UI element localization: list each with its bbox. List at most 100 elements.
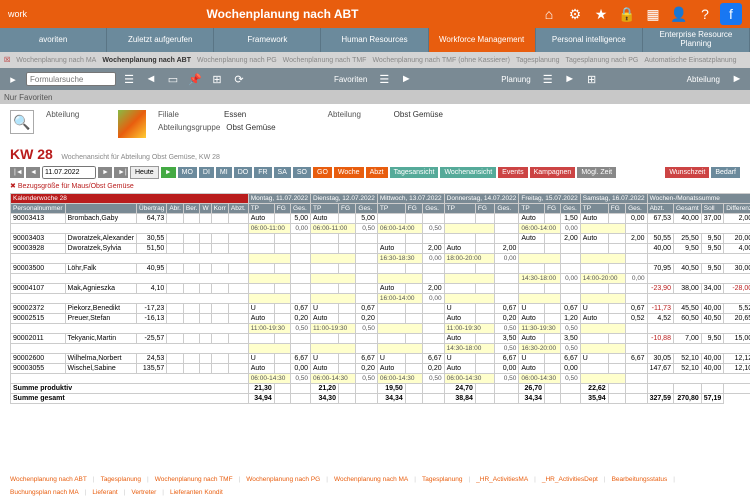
day-MO[interactable]: MO [178,167,197,178]
kamp-button[interactable]: Kampagnen [530,167,576,178]
events-button[interactable]: Events [498,167,527,178]
daycol-header: FG [475,204,495,214]
footer-link-5[interactable]: Tagesplanung [422,476,462,483]
table-row[interactable]: 90003403Dworatzek,Alexander30,55Auto2,00… [11,234,750,244]
day-MI[interactable]: MI [216,167,232,178]
table-row[interactable]: 90003500Löhr,Falk40,9570,9540,509,5030,0… [11,264,750,274]
wunsch-button[interactable]: Wunschzeit [665,167,709,178]
footer-link-6[interactable]: _HR_ActivitiesMA [476,476,528,483]
bedarf-button[interactable]: Bedarf [711,167,740,178]
sub-tab-6[interactable]: Tagesplanung nach PG [566,57,639,64]
gear-icon[interactable]: ⚙ [564,3,586,25]
footer-link-2[interactable]: Wochenplanung nach TMF [155,476,233,483]
daycol-header: Ges. [423,204,444,214]
sub-tab-5[interactable]: Tagesplanung [516,57,560,64]
footer-link-1[interactable]: Tagesplanung [101,476,141,483]
table-row[interactable]: 90002011Tekyanic,Martin-25,57Auto3,50Aut… [11,334,750,344]
footer-link-3[interactable]: Wochenplanung nach PG [246,476,320,483]
list3-icon[interactable]: ☰ [539,70,557,88]
table-row[interactable]: 90003055Wischel,Sabine135,57Auto0,00Auto… [11,364,750,374]
facebook-icon[interactable]: f [720,3,742,25]
table-subrow: 06:00-11:000,0006:00-11:000,5006:00-14:0… [11,224,750,234]
day-FR[interactable]: FR [254,167,271,178]
last-button[interactable]: ►| [114,167,128,178]
sub-tab-1[interactable]: Wochenplanung nach ABT [102,57,191,64]
date-input[interactable] [42,166,96,179]
fav-toggle[interactable]: Nur Favoriten [4,93,52,102]
fwd2-icon[interactable]: ► [561,70,579,88]
footer-link-8[interactable]: Bearbeitungsstatus [612,476,668,483]
day-DI[interactable]: DI [199,167,214,178]
search-input[interactable] [26,72,116,86]
col-header: Übertrag [137,204,167,214]
back-icon[interactable]: ◄ [142,70,160,88]
go-button[interactable]: GO [313,167,332,178]
lock-icon[interactable]: 🔒 [616,3,638,25]
fwd-icon[interactable]: ► [397,70,415,88]
box-icon[interactable]: ▭ [164,70,182,88]
daycol-header: TP [248,204,274,214]
table-subrow: 16:30-18:300,0018:00-20:000,00 [11,254,750,264]
list2-icon[interactable]: ☰ [375,70,393,88]
table-row[interactable]: 90002600Wilhelma,Norbert24,53U6,67U6,67U… [11,354,750,364]
footer-link-11[interactable]: Vertreter [131,489,156,496]
pin-icon[interactable]: 📌 [186,70,204,88]
star-icon[interactable]: ★ [590,3,612,25]
tages-button[interactable]: Tagesansicht [390,167,439,178]
heute-button[interactable]: Heute [130,166,159,179]
footer-link-0[interactable]: Wochenplanung nach ABT [10,476,87,483]
table-subrow: 14:30-18:000,5016:30-20:000,50 [11,344,750,354]
table-row[interactable]: 90002515Preuer,Stefan-16,13Auto0,20Auto0… [11,314,750,324]
sub-tab-2[interactable]: Wochenplanung nach PG [197,57,277,64]
main-tab-3[interactable]: Human Resources [321,28,428,52]
user-icon[interactable]: 👤 [668,3,690,25]
day-SO[interactable]: SO [293,167,311,178]
day-SA[interactable]: SA [274,167,291,178]
grid2-icon[interactable]: ⊞ [583,70,601,88]
mogl-button[interactable]: Mögl. Zeit [577,167,616,178]
col-header: Abr. [167,204,184,214]
first-button[interactable]: |◄ [10,167,24,178]
table-row[interactable]: 90002372Piekorz,Benedikt-17,23U0,67U0,67… [11,304,750,314]
main-tab-4[interactable]: Workforce Management [429,28,536,52]
home-icon[interactable]: ⌂ [538,3,560,25]
main-tab-5[interactable]: Personal intelligence [536,28,643,52]
wochen-button[interactable]: Wochenansicht [440,167,496,178]
main-tab-6[interactable]: Enterprise Resource Planning [643,28,750,52]
footer-link-12[interactable]: Lieferanten Kondit [170,489,223,496]
main-tab-2[interactable]: Framework [214,28,321,52]
grid-icon[interactable]: ⊞ [208,70,226,88]
sub-tab-3[interactable]: Wochenplanung nach TMF [283,57,367,64]
footer-link-10[interactable]: Lieferant [92,489,117,496]
calendar-icon[interactable]: ▦ [642,3,664,25]
main-tab-1[interactable]: Zuletzt aufgerufen [107,28,214,52]
col-header: Korr [211,204,228,214]
col-header: W [200,204,211,214]
woche-button[interactable]: Woche [334,167,364,178]
close-icon[interactable]: ☒ [4,56,10,64]
table-row[interactable]: 90004107Mak,Agnieszka4,10Auto2,00-23,903… [11,284,750,294]
day-DO[interactable]: DO [234,167,253,178]
sub-tab-7[interactable]: Automatische Einsatzplanung [644,57,736,64]
fwd3-icon[interactable]: ► [728,70,746,88]
wkcol-header: Abzt. [647,204,673,214]
help-icon[interactable]: ? [694,3,716,25]
refresh-icon[interactable]: ⟳ [230,70,248,88]
sum-row: Summe produktiv21,3021,2019,5024,7026,70… [11,384,750,394]
play-button[interactable]: ► [161,167,176,178]
footer-link-9[interactable]: Buchungsplan nach MA [10,489,79,496]
sub-tab-4[interactable]: Wochenplanung nach TMF (ohne Kassierer) [372,57,509,64]
table-row[interactable]: 90003928Dworatzek,Sylvia51,50Auto2,00Aut… [11,244,750,254]
footer-link-4[interactable]: Wochenplanung nach MA [334,476,408,483]
abzt-button[interactable]: Abzt [366,167,388,178]
table-row[interactable]: 90003413Brombach,Gaby64,73Auto5,00Auto5,… [11,214,750,224]
list-icon[interactable]: ☰ [120,70,138,88]
search-icon[interactable]: 🔍 [10,110,34,134]
prev-button[interactable]: ◄ [26,167,40,178]
next-button[interactable]: ► [98,167,112,178]
abtgrp-value: Obst Gemüse [226,123,275,132]
main-tab-0[interactable]: avoriten [0,28,107,52]
sub-tab-0[interactable]: Wochenplanung nach MA [16,57,96,64]
footer-link-7[interactable]: _HR_ActivitiesDept [542,476,598,483]
expand-icon[interactable]: ▸ [4,70,22,88]
